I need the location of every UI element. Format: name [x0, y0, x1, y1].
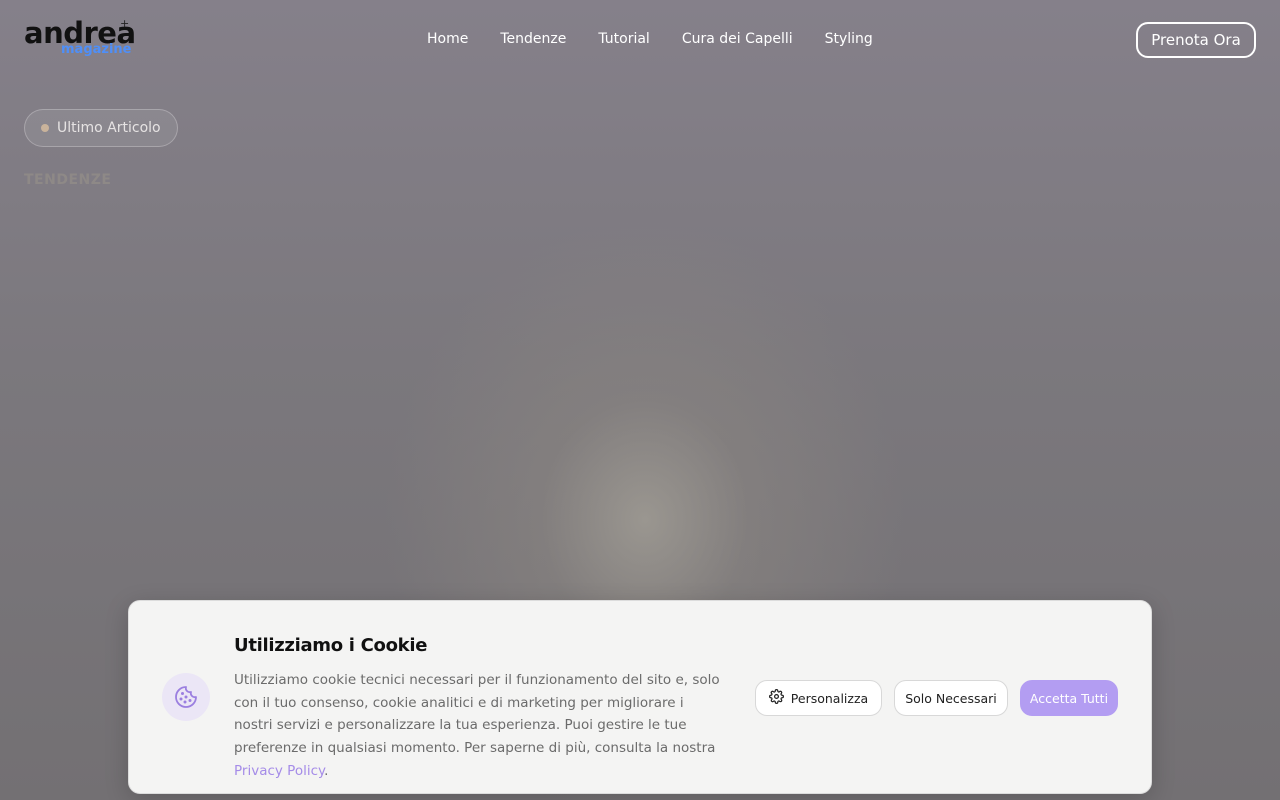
nav-item-cura-dei-capelli[interactable]: Cura dei Capelli — [682, 29, 793, 49]
nav-item-home[interactable]: Home — [427, 29, 468, 49]
cookie-description: Utilizziamo cookie tecnici necessari per… — [234, 669, 724, 783]
cookie-title: Utilizziamo i Cookie — [234, 635, 428, 656]
badge-label: Ultimo Articolo — [57, 120, 161, 136]
accept-all-button[interactable]: Accetta Tutti — [1020, 680, 1118, 716]
cookie-banner: Utilizziamo i Cookie Utilizziamo cookie … — [128, 600, 1152, 794]
logo-plus-mark: + — [120, 17, 130, 30]
article-category: TENDENZE — [24, 172, 112, 188]
only-necessary-button[interactable]: Solo Necessari — [894, 680, 1008, 716]
nav-item-tendenze[interactable]: Tendenze — [500, 29, 566, 49]
logo-subtitle: magazine — [61, 42, 132, 57]
latest-article-badge: Ultimo Articolo — [24, 109, 178, 147]
cookie-description-period: . — [324, 762, 329, 779]
gear-icon — [768, 689, 784, 707]
badge-dot — [41, 124, 49, 132]
book-now-button[interactable]: Prenota Ora — [1136, 22, 1256, 58]
logo[interactable]: andrea + magazine — [24, 16, 136, 62]
site-header: andrea + magazine Home Tendenze Tutorial… — [0, 0, 1280, 80]
customize-button[interactable]: Personalizza — [755, 680, 882, 716]
nav-item-styling[interactable]: Styling — [825, 29, 873, 49]
main-nav: Home Tendenze Tutorial Cura dei Capelli … — [427, 29, 873, 49]
privacy-policy-link[interactable]: Privacy Policy — [234, 763, 324, 779]
customize-label: Personalizza — [790, 690, 869, 706]
cookie-description-text: Utilizziamo cookie tecnici necessari per… — [234, 672, 720, 757]
nav-item-tutorial[interactable]: Tutorial — [598, 29, 649, 49]
cookie-icon — [162, 673, 210, 721]
